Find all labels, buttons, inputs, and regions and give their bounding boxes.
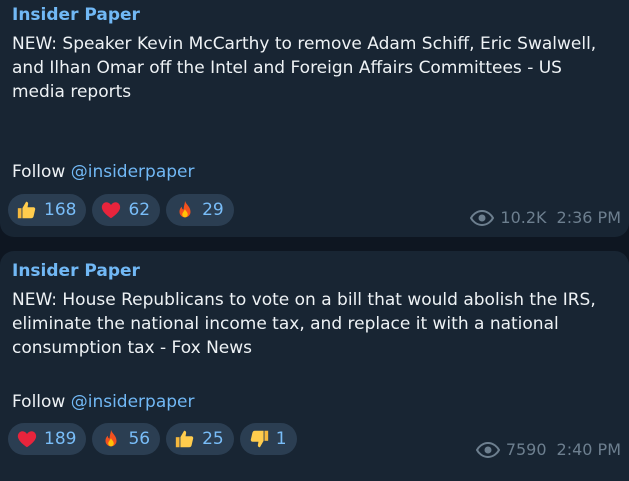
message-meta: 7590 2:40 PM <box>475 440 621 459</box>
reaction-thumbs-up[interactable]: 25 <box>166 423 234 455</box>
channel-name[interactable]: Insider Paper <box>12 261 140 281</box>
reaction-count: 62 <box>128 200 151 220</box>
reaction-count: 168 <box>44 200 77 220</box>
message-bubble: Insider Paper NEW: House Republicans to … <box>0 251 629 481</box>
follow-label: Follow <box>12 162 71 182</box>
fire-icon <box>100 428 122 450</box>
reactions-bar: 168 62 29 <box>8 194 234 226</box>
follow-label: Follow <box>12 392 71 412</box>
view-count: 7590 <box>505 440 547 459</box>
eye-icon <box>475 441 500 458</box>
eye-icon <box>470 209 495 226</box>
reaction-thumbs-down[interactable]: 1 <box>239 423 297 455</box>
thumbs-up-icon <box>16 199 38 221</box>
message-time: 2:36 PM <box>556 208 621 227</box>
reaction-fire[interactable]: 56 <box>92 423 161 455</box>
follow-line: Follow @insiderpaper <box>12 392 195 412</box>
thumbs-down-icon <box>248 428 270 450</box>
reaction-count: 189 <box>44 429 77 449</box>
channel-name[interactable]: Insider Paper <box>12 5 140 25</box>
channel-mention-link[interactable]: @insiderpaper <box>71 162 195 182</box>
reaction-red-heart[interactable]: 189 <box>8 423 87 455</box>
reaction-count: 29 <box>202 200 224 220</box>
message-text: NEW: Speaker Kevin McCarthy to remove Ad… <box>12 34 597 102</box>
message-meta: 10.2K 2:36 PM <box>470 208 621 227</box>
reaction-count: 25 <box>202 429 224 449</box>
red-heart-icon <box>100 199 122 221</box>
message-bubble: Insider Paper NEW: Speaker Kevin McCarth… <box>0 0 629 237</box>
reaction-thumbs-up[interactable]: 168 <box>8 194 87 226</box>
reaction-fire[interactable]: 29 <box>166 194 234 226</box>
red-heart-icon <box>16 428 38 450</box>
reaction-count: 1 <box>275 429 287 449</box>
reaction-count: 56 <box>128 429 151 449</box>
follow-line: Follow @insiderpaper <box>12 162 195 182</box>
message-time: 2:40 PM <box>556 440 621 459</box>
message-text: NEW: House Republicans to vote on a bill… <box>12 290 596 358</box>
channel-mention-link[interactable]: @insiderpaper <box>71 392 195 412</box>
view-count: 10.2K <box>500 208 547 227</box>
reaction-red-heart[interactable]: 62 <box>92 194 161 226</box>
thumbs-up-icon <box>174 428 196 450</box>
fire-icon <box>174 199 196 221</box>
reactions-bar: 189 56 25 1 <box>8 423 297 455</box>
